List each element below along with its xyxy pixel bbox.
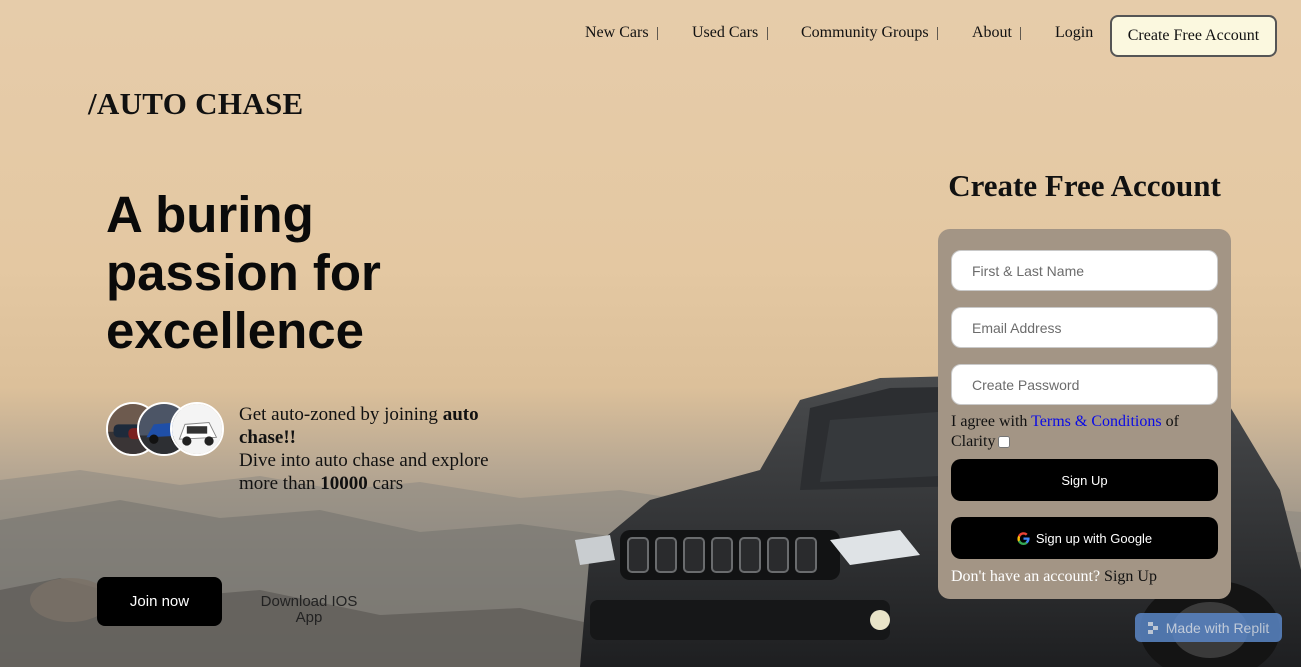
nav-new-cars[interactable]: New Cars bbox=[585, 24, 649, 42]
create-account-button[interactable]: Create Free Account bbox=[1110, 15, 1277, 57]
blurb-text: cars bbox=[367, 473, 404, 494]
blurb-text: Dive into auto chase and explore bbox=[239, 450, 489, 471]
google-signup-label: Sign up with Google bbox=[1035, 530, 1153, 546]
nav-separator: | bbox=[936, 25, 940, 41]
signup-link[interactable]: Sign Up bbox=[1100, 568, 1157, 585]
nav-login[interactable]: Login bbox=[1055, 24, 1093, 42]
replit-icon bbox=[1147, 621, 1158, 634]
nav-about[interactable]: About bbox=[972, 24, 1012, 42]
top-nav: New Cars | Used Cars | Community Groups … bbox=[0, 0, 1301, 70]
terms-checkbox[interactable] bbox=[998, 436, 1011, 449]
blurb-text: more than bbox=[239, 473, 321, 494]
nav-separator: | bbox=[656, 25, 660, 41]
nav-separator: | bbox=[1019, 25, 1023, 41]
blurb-text: Get auto-zoned by joining bbox=[239, 404, 443, 425]
replit-label: Made with Replit bbox=[1165, 619, 1270, 636]
google-signup-button[interactable]: Sign up with Google bbox=[951, 517, 1218, 559]
signup-form: I agree with Terms & Conditions of Clari… bbox=[938, 229, 1231, 599]
terms-agreement: I agree with Terms & Conditions of Clari… bbox=[951, 412, 1218, 452]
signin-prompt: Don't have an account? Sign Up bbox=[951, 568, 1157, 586]
nav-community-groups[interactable]: Community Groups bbox=[801, 24, 929, 42]
name-field[interactable] bbox=[951, 250, 1218, 291]
form-title: Create Free Account bbox=[948, 168, 1221, 203]
avatar bbox=[170, 402, 224, 456]
avatar-group bbox=[106, 402, 226, 456]
made-with-replit-badge[interactable]: Made with Replit bbox=[1135, 613, 1282, 642]
hero-blurb: Get auto-zoned by joining auto chase!! D… bbox=[239, 403, 499, 495]
signin-prompt-text: Don't have an account? bbox=[951, 568, 1101, 585]
nav-separator: | bbox=[766, 25, 770, 41]
hero-title-line: passion for bbox=[106, 244, 381, 301]
hero-title-line: A buring bbox=[106, 186, 314, 243]
join-now-button[interactable]: Join now bbox=[97, 577, 222, 626]
sign-up-button[interactable]: Sign Up bbox=[951, 459, 1218, 501]
nav-used-cars[interactable]: Used Cars bbox=[692, 24, 758, 42]
google-icon bbox=[1017, 531, 1030, 545]
terms-link[interactable]: Terms & Conditions bbox=[1031, 413, 1161, 430]
hero-title-line: excellence bbox=[106, 302, 365, 359]
car-count: 10000 bbox=[320, 473, 368, 494]
terms-text: I agree with bbox=[951, 413, 1032, 430]
download-ios-button[interactable]: Download IOS App bbox=[250, 594, 368, 626]
password-field[interactable] bbox=[951, 364, 1218, 405]
email-field[interactable] bbox=[951, 307, 1218, 348]
brand-logo[interactable]: /AUTO CHASE bbox=[88, 86, 303, 122]
hero-title: A buring passion for excellence bbox=[106, 186, 466, 360]
